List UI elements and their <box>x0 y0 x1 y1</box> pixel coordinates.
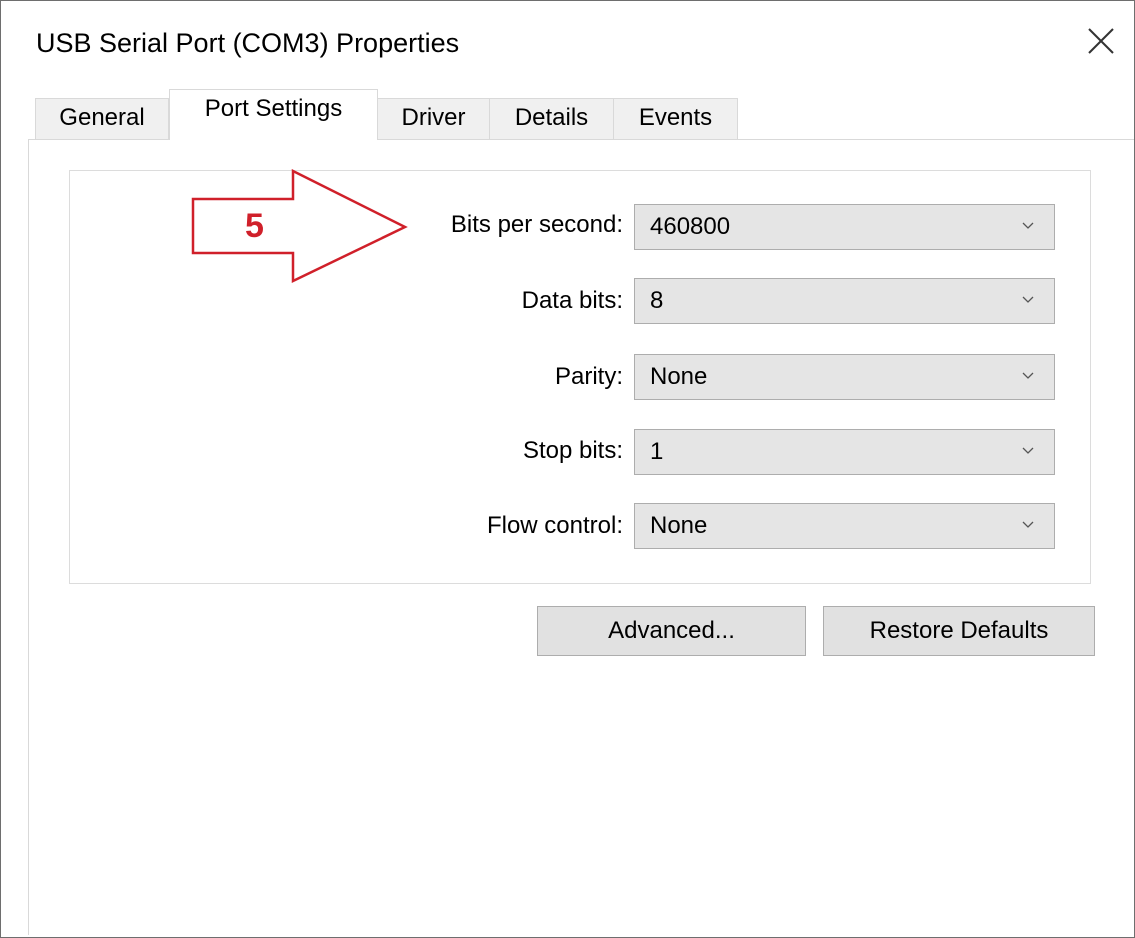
restore-defaults-button[interactable]: Restore Defaults <box>823 606 1095 656</box>
bits-per-second-value: 460800 <box>650 213 731 240</box>
tab-events[interactable]: Events <box>613 98 738 139</box>
flow-control-value: None <box>650 512 708 539</box>
step-number-badge: 5 <box>245 207 264 245</box>
advanced-button[interactable]: Advanced... <box>537 606 806 656</box>
title-bar: USB Serial Port (COM3) Properties <box>1 1 1134 85</box>
parity-select[interactable]: None <box>634 354 1055 400</box>
data-bits-value: 8 <box>650 287 664 314</box>
chevron-down-icon <box>1022 222 1034 229</box>
parity-label: Parity: <box>554 363 623 390</box>
data-bits-label: Data bits: <box>521 287 623 314</box>
tab-port-settings[interactable]: Port Settings <box>169 89 378 140</box>
tab-details[interactable]: Details <box>489 98 614 139</box>
stop-bits-select[interactable]: 1 <box>634 429 1055 475</box>
data-bits-select[interactable]: 8 <box>634 278 1055 324</box>
chevron-down-icon <box>1022 521 1034 528</box>
close-icon <box>1088 28 1114 54</box>
tab-general[interactable]: General <box>35 98 169 139</box>
chevron-down-icon <box>1022 447 1034 454</box>
chevron-down-icon <box>1022 372 1034 379</box>
close-button[interactable] <box>1073 11 1129 67</box>
stop-bits-value: 1 <box>650 438 664 465</box>
chevron-down-icon <box>1022 296 1034 303</box>
properties-dialog: USB Serial Port (COM3) Properties Genera… <box>0 0 1135 938</box>
bits-per-second-select[interactable]: 460800 <box>634 204 1055 250</box>
bits-per-second-label: Bits per second: <box>450 211 623 238</box>
window-title: USB Serial Port (COM3) Properties <box>36 28 460 58</box>
stop-bits-label: Stop bits: <box>522 437 623 464</box>
flow-control-label: Flow control: <box>486 512 623 539</box>
arrow-right-icon <box>191 169 408 283</box>
tab-driver[interactable]: Driver <box>377 98 490 139</box>
parity-value: None <box>650 363 708 390</box>
flow-control-select[interactable]: None <box>634 503 1055 549</box>
